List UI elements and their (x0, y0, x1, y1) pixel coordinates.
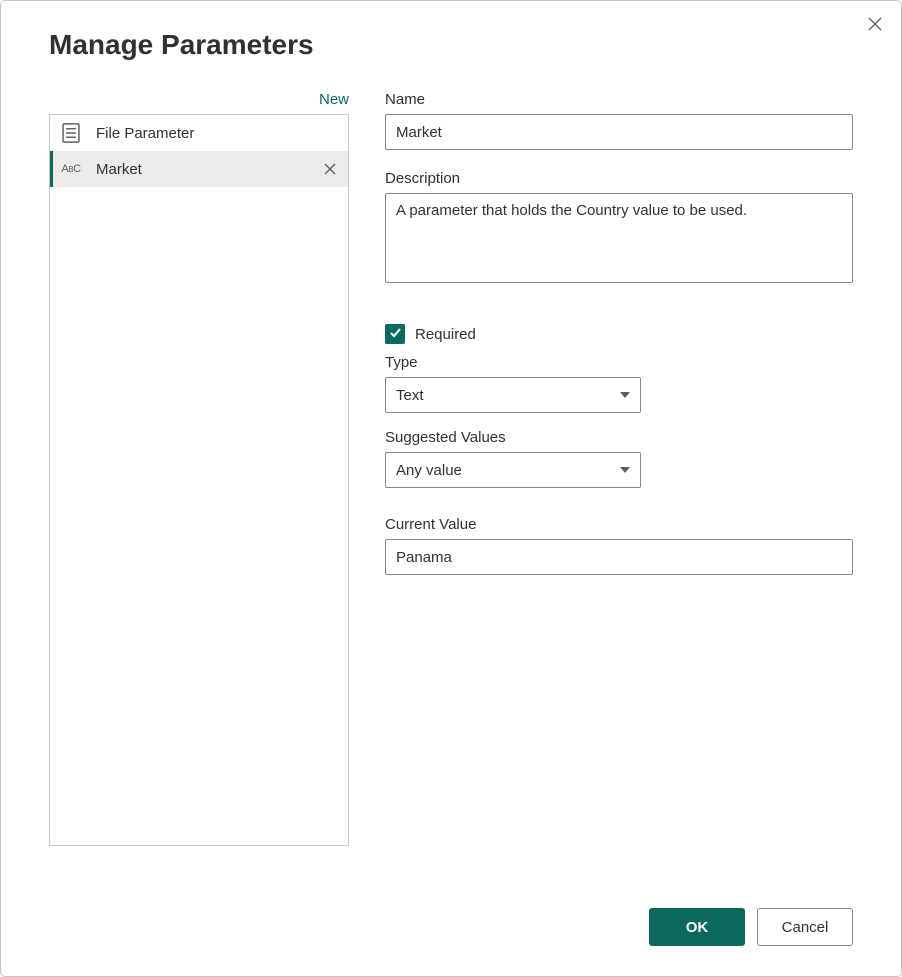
suggested-values-label: Suggested Values (385, 429, 853, 446)
ok-button[interactable]: OK (649, 908, 745, 946)
parameter-list: File Parameter ABC Market (49, 114, 349, 846)
parameter-row-file-parameter[interactable]: File Parameter (50, 115, 348, 151)
parameter-form: Name Description Required (385, 91, 853, 976)
file-icon (60, 124, 82, 142)
name-input[interactable] (385, 114, 853, 150)
description-textarea[interactable] (385, 193, 853, 283)
close-button[interactable] (863, 13, 887, 37)
description-label: Description (385, 170, 853, 187)
suggested-values-dropdown[interactable]: Any value (385, 452, 641, 488)
type-value: Text (396, 387, 424, 404)
current-value-label: Current Value (385, 516, 853, 533)
text-type-icon: ABC (60, 160, 82, 178)
type-label: Type (385, 354, 853, 371)
required-checkbox[interactable] (385, 324, 405, 344)
chevron-down-icon (620, 462, 630, 479)
parameter-label: Market (96, 161, 322, 178)
current-value-input[interactable] (385, 539, 853, 575)
parameter-row-market[interactable]: ABC Market (50, 151, 348, 187)
checkmark-icon (389, 326, 402, 342)
delete-parameter-button[interactable] (322, 161, 338, 177)
dialog-footer: OK Cancel (649, 908, 853, 946)
manage-parameters-dialog: Manage Parameters New (0, 0, 902, 977)
required-label: Required (415, 326, 476, 343)
parameter-list-panel: New File Parameter (49, 91, 349, 976)
parameter-label: File Parameter (96, 125, 338, 142)
new-parameter-link[interactable]: New (49, 91, 349, 108)
cancel-button[interactable]: Cancel (757, 908, 853, 946)
suggested-values-value: Any value (396, 462, 462, 479)
dialog-title: Manage Parameters (49, 29, 853, 61)
type-dropdown[interactable]: Text (385, 377, 641, 413)
name-label: Name (385, 91, 853, 108)
chevron-down-icon (620, 387, 630, 404)
close-icon (867, 16, 883, 35)
